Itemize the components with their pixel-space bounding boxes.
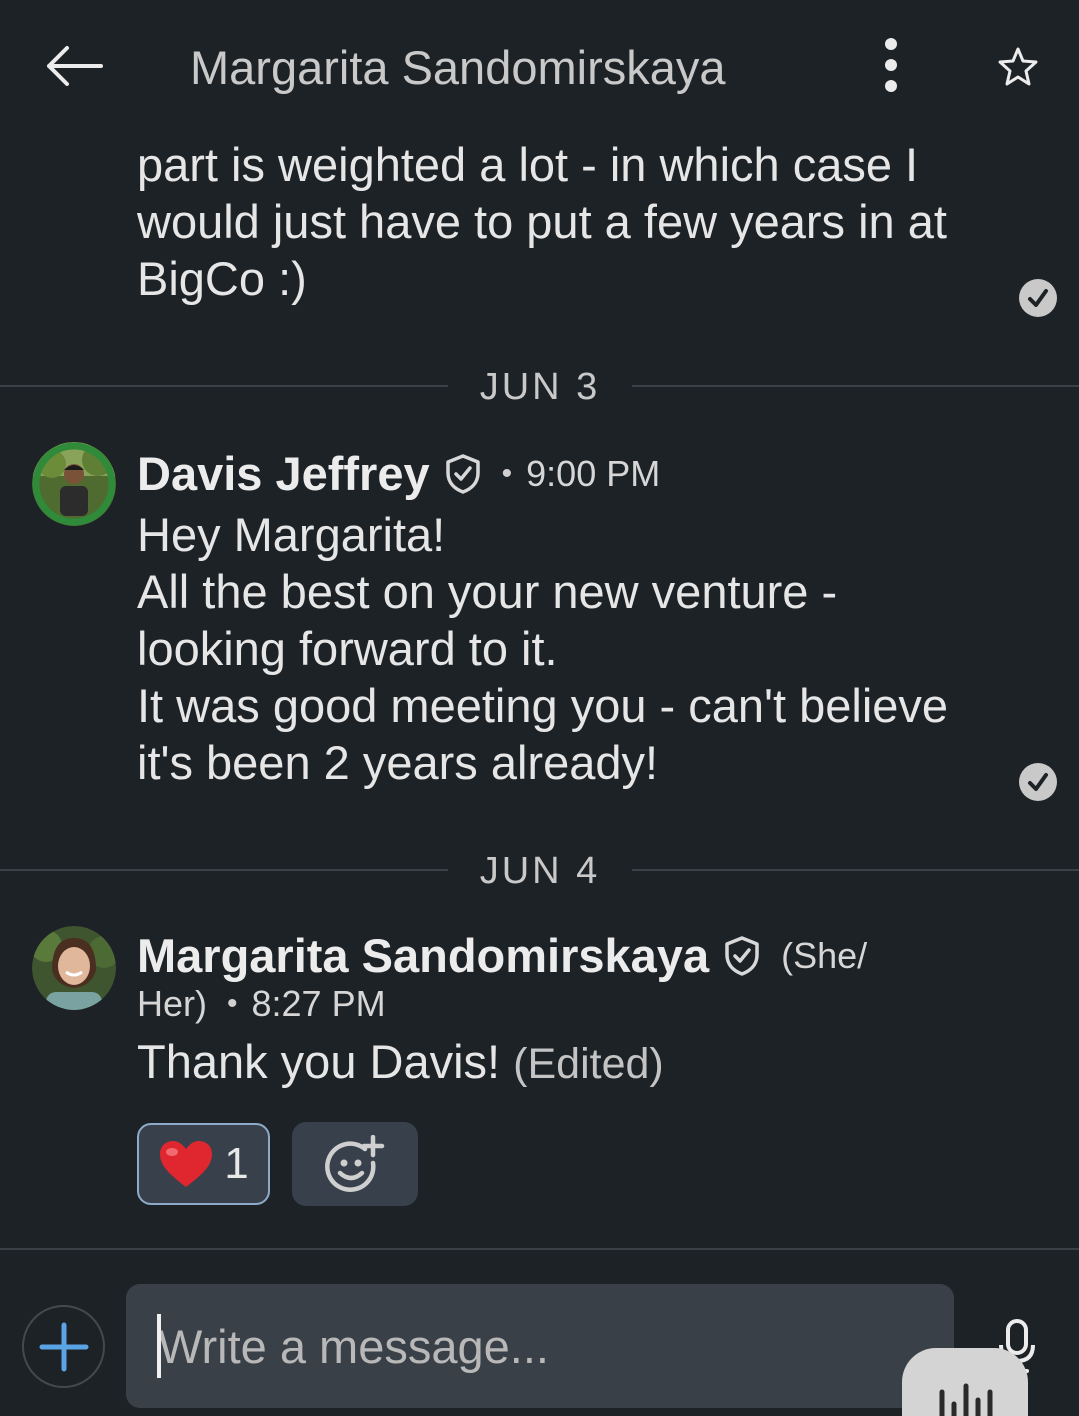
message-line: All the best on your new venture -: [137, 565, 838, 618]
waveform-icon: [939, 1383, 993, 1416]
reaction-count: 1: [224, 1139, 249, 1188]
sender-row: Margarita Sandomirskaya (She/: [137, 928, 867, 983]
star-outline-icon: [998, 47, 1038, 86]
message-input-container[interactable]: [126, 1284, 954, 1408]
heart-icon: [160, 1141, 213, 1187]
divider: [0, 385, 448, 387]
date-label: JUN 3: [479, 366, 601, 408]
add-reaction-button[interactable]: [292, 1122, 418, 1206]
divider: [0, 869, 448, 871]
date-separator: JUN 4: [0, 850, 1079, 892]
verified-badge-icon: [723, 935, 761, 977]
verified-badge-icon: [444, 453, 482, 495]
conversation-title[interactable]: Margarita Sandomirskaya: [190, 40, 726, 95]
date-label: JUN 4: [479, 850, 601, 892]
vertical-dots-icon: [885, 38, 897, 92]
read-receipt-icon: [1019, 279, 1057, 317]
star-button[interactable]: [990, 38, 1046, 94]
separator-dot: •: [501, 456, 513, 490]
attach-button[interactable]: [22, 1305, 105, 1388]
pronouns: (She/: [781, 934, 868, 976]
message-line: BigCo :): [137, 252, 307, 305]
sender-name[interactable]: Margarita Sandomirskaya: [137, 928, 709, 983]
sender-meta-row: Her) • 8:27 PM: [137, 983, 386, 1025]
message-body: Thank you Davis! (Edited): [137, 1033, 664, 1093]
arrow-left-icon: [47, 46, 103, 86]
edited-label: (Edited): [513, 1040, 664, 1088]
message-input[interactable]: [158, 1318, 918, 1374]
avatar-margarita[interactable]: [32, 926, 116, 1010]
divider: [632, 385, 1079, 387]
message-line: looking forward to it.: [137, 622, 558, 675]
message-line: part is weighted a lot - in which case I: [137, 138, 919, 191]
message-line: it's been 2 years already!: [137, 736, 659, 789]
text-cursor: [157, 1314, 161, 1378]
message-body: Hey Margarita! All the best on your new …: [137, 506, 1017, 791]
plus-icon: [39, 1322, 88, 1371]
message-time: 9:00 PM: [526, 452, 661, 494]
message-line: Thank you Davis!: [137, 1035, 501, 1088]
back-button[interactable]: [38, 36, 108, 96]
date-separator: JUN 3: [0, 366, 1079, 408]
separator-dot: •: [227, 987, 238, 1020]
divider: [632, 869, 1079, 871]
heart-reaction-button[interactable]: 1: [137, 1123, 270, 1205]
message-time: 8:27 PM: [251, 983, 386, 1024]
composer-divider: [0, 1248, 1079, 1250]
sender-name[interactable]: Davis Jeffrey: [137, 446, 430, 501]
sender-row: Davis Jeffrey • 9:00 PM: [137, 446, 660, 501]
message-line: Hey Margarita!: [137, 508, 446, 561]
message-continuation: part is weighted a lot - in which case I…: [137, 136, 997, 307]
message-line: would just have to put a few years in at: [137, 195, 947, 248]
audio-waveform-button[interactable]: [902, 1348, 1028, 1416]
message-line: It was good meeting you - can't believe: [137, 679, 949, 732]
read-receipt-icon: [1019, 763, 1057, 801]
more-options-button[interactable]: [866, 34, 916, 96]
add-emoji-icon: [325, 1135, 385, 1192]
conversation-header: Margarita Sandomirskaya: [0, 0, 1079, 130]
avatar-davis[interactable]: [32, 442, 116, 526]
pronouns-continued: Her): [137, 983, 207, 1024]
